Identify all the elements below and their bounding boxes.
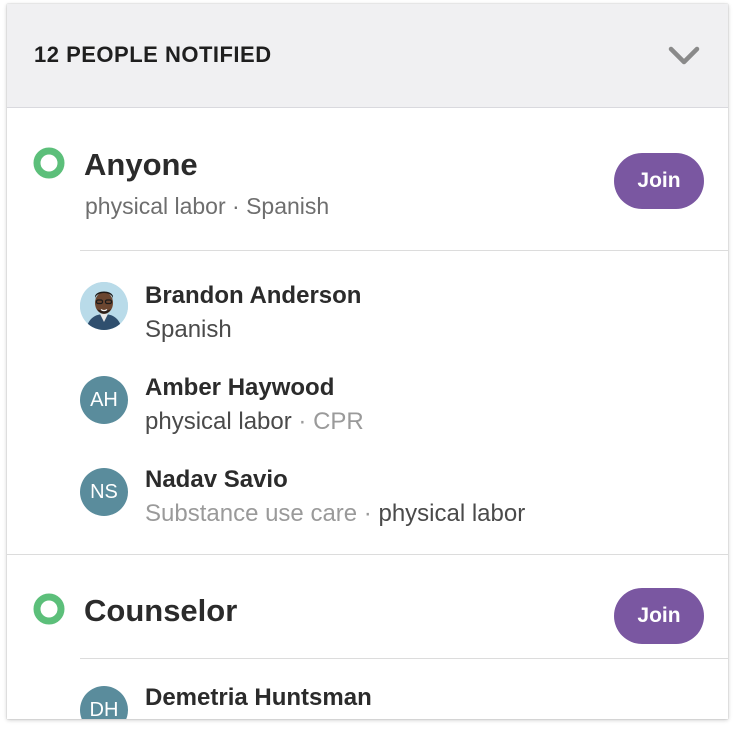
tag: physical labor <box>145 408 292 435</box>
tag-separator: · <box>357 500 379 527</box>
group-subtitle: physical labor · Spanish <box>85 193 330 219</box>
join-button[interactable]: Join <box>614 153 704 209</box>
avatar <box>80 282 128 330</box>
people-notified-title: 12 PEOPLE NOTIFIED <box>34 42 272 67</box>
person-tags: physical labor · CPR <box>145 408 364 436</box>
person-row[interactable]: DH Demetria Huntsman <box>7 684 728 719</box>
divider <box>80 250 728 251</box>
tag: Substance use care <box>145 500 358 527</box>
status-dot-icon <box>33 593 65 625</box>
tag: physical labor <box>378 500 526 527</box>
person-tags: Substance use care · physical labor <box>145 500 525 528</box>
tag: CPR <box>313 408 364 435</box>
avatar: NS <box>80 468 128 516</box>
notified-panel: 12 PEOPLE NOTIFIED Anyone physical labor… <box>7 4 728 719</box>
person-row[interactable]: NS Nadav Savio Substance use care · phys… <box>7 466 728 546</box>
group-title: Counselor <box>84 593 238 628</box>
chevron-down-icon[interactable] <box>667 44 701 68</box>
avatar: DH <box>80 686 128 719</box>
avatar: AH <box>80 376 128 424</box>
tag-separator: · <box>291 408 314 435</box>
group-title: Anyone <box>84 147 198 182</box>
avatar-photo-icon <box>80 282 128 330</box>
person-name: Brandon Anderson <box>145 282 362 309</box>
tag: Spanish <box>145 316 232 343</box>
group-anyone: Anyone physical labor · Spanish Join <box>7 107 728 252</box>
status-dot-icon <box>33 147 65 179</box>
person-name: Amber Haywood <box>145 374 335 401</box>
group-counselor: Counselor Join <box>7 555 728 659</box>
person-name: Nadav Savio <box>145 466 288 493</box>
join-button[interactable]: Join <box>614 588 704 644</box>
person-tags: Spanish <box>145 316 232 344</box>
divider <box>80 658 728 659</box>
person-name: Demetria Huntsman <box>145 684 372 711</box>
person-row[interactable]: Brandon Anderson Spanish <box>7 282 728 362</box>
panel-header[interactable]: 12 PEOPLE NOTIFIED <box>7 4 728 108</box>
person-row[interactable]: AH Amber Haywood physical labor · CPR <box>7 374 728 454</box>
